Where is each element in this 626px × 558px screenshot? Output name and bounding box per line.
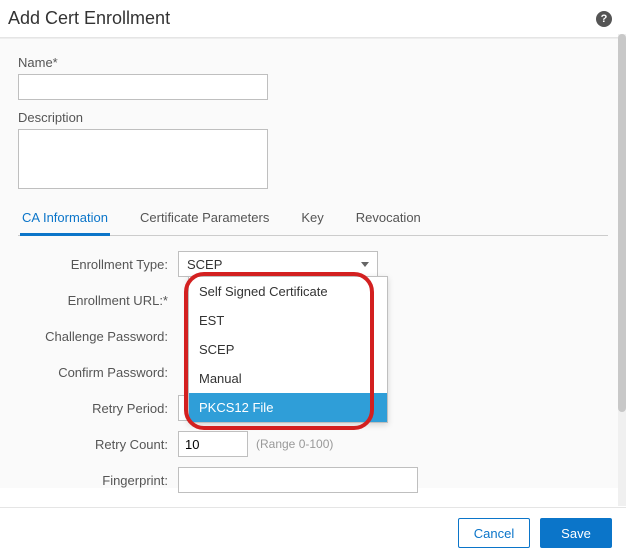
name-field-block: Name* (18, 55, 608, 100)
dialog-header: Add Cert Enrollment ? (0, 0, 626, 38)
retry-period-label: Retry Period: (18, 401, 178, 416)
row-retry-count: Retry Count: (Range 0-100) (18, 430, 608, 458)
option-scep[interactable]: SCEP (189, 335, 387, 364)
fingerprint-label: Fingerprint: (18, 473, 178, 488)
tab-bar: CA Information Certificate Parameters Ke… (18, 202, 608, 236)
dialog-body: Name* Description CA Information Certifi… (0, 38, 626, 488)
tab-certificate-parameters[interactable]: Certificate Parameters (138, 202, 271, 236)
scrollbar-thumb[interactable] (618, 34, 626, 412)
retry-count-input[interactable] (178, 431, 248, 457)
name-label: Name* (18, 55, 608, 70)
description-label: Description (18, 110, 608, 125)
row-fingerprint: Fingerprint: (18, 466, 608, 494)
enrollment-type-label: Enrollment Type: (18, 257, 178, 272)
dialog-footer: Cancel Save (0, 507, 626, 558)
confirm-password-label: Confirm Password: (18, 365, 178, 380)
retry-count-label: Retry Count: (18, 437, 178, 452)
tab-ca-information[interactable]: CA Information (20, 202, 110, 236)
enrollment-type-value: SCEP (187, 257, 222, 272)
name-input[interactable] (18, 74, 268, 100)
chevron-down-icon (361, 262, 369, 267)
description-field-block: Description (18, 110, 608, 192)
retry-count-hint: (Range 0-100) (256, 437, 333, 451)
dialog-title: Add Cert Enrollment (8, 8, 170, 29)
save-button[interactable]: Save (540, 518, 612, 548)
vertical-scrollbar[interactable] (618, 34, 626, 506)
description-input[interactable] (18, 129, 268, 189)
enrollment-type-dropdown: Self Signed Certificate EST SCEP Manual … (188, 276, 388, 423)
option-manual[interactable]: Manual (189, 364, 387, 393)
option-self-signed[interactable]: Self Signed Certificate (189, 277, 387, 306)
help-icon[interactable]: ? (596, 11, 612, 27)
row-enrollment-type: Enrollment Type: SCEP (18, 250, 608, 278)
enrollment-type-select[interactable]: SCEP (178, 251, 378, 277)
cancel-button[interactable]: Cancel (458, 518, 530, 548)
tab-key[interactable]: Key (299, 202, 325, 236)
tab-revocation[interactable]: Revocation (354, 202, 423, 236)
option-pkcs12[interactable]: PKCS12 File (189, 393, 387, 422)
option-est[interactable]: EST (189, 306, 387, 335)
enrollment-url-label: Enrollment URL:* (18, 293, 178, 308)
challenge-password-label: Challenge Password: (18, 329, 178, 344)
form-rows: Enrollment Type: SCEP Self Signed Certif… (18, 250, 608, 494)
fingerprint-input[interactable] (178, 467, 418, 493)
